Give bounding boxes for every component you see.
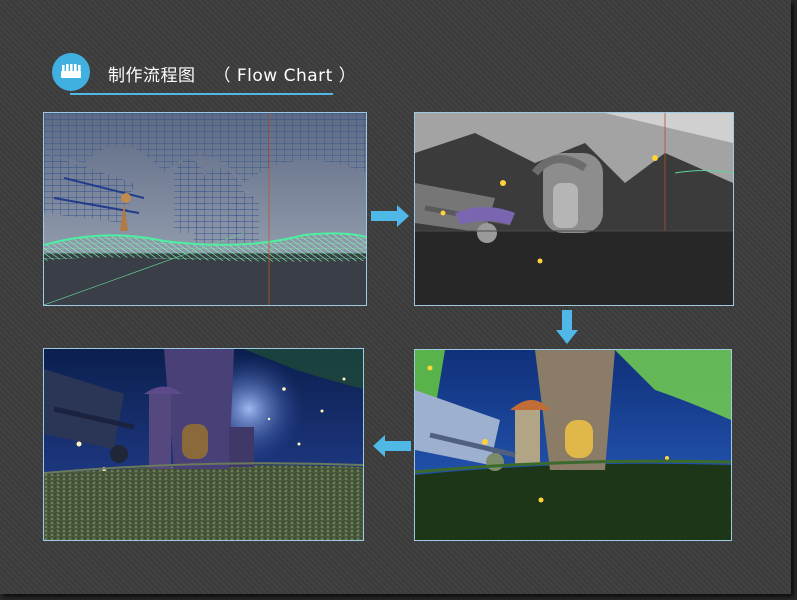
step-final-render-image [43, 348, 364, 541]
page-title: 制作流程图 （ Flow Chart ） [108, 61, 356, 86]
title-underline [70, 93, 333, 95]
arrow-left-icon [373, 435, 411, 457]
arrow-right-icon [371, 205, 409, 227]
arrow-down-icon [556, 310, 578, 344]
slide: 制作流程图 （ Flow Chart ） [0, 0, 791, 594]
step-wireframe-image [43, 112, 367, 306]
title-cn: 制作流程图 [108, 66, 196, 86]
title-en: （ Flow Chart ） [213, 66, 357, 86]
comb-icon [52, 53, 90, 91]
step-textured-image [414, 349, 732, 541]
step-gray-model-image [414, 112, 734, 306]
